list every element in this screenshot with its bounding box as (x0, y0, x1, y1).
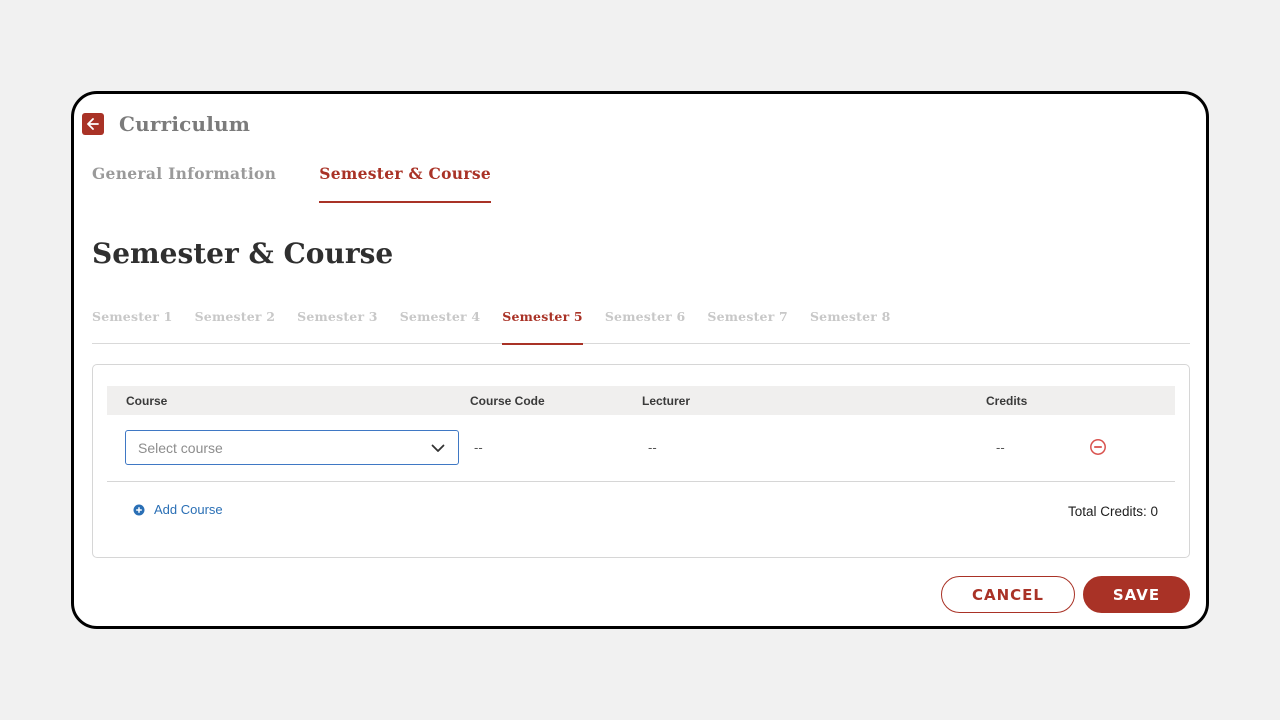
app-title: Curriculum (119, 112, 251, 136)
tab-general-information[interactable]: General Information (92, 164, 276, 203)
course-card: Course Course Code Lecturer Credits Sele… (92, 364, 1190, 558)
back-button[interactable] (82, 113, 104, 135)
chevron-down-icon (431, 444, 445, 452)
save-button[interactable]: SAVE (1083, 576, 1190, 613)
credits-value: -- (996, 440, 1005, 455)
course-select[interactable]: Select course (125, 430, 459, 465)
plus-circle-icon (133, 504, 145, 515)
column-header-course: Course (126, 394, 168, 408)
remove-circle-icon[interactable] (1089, 438, 1107, 456)
table-row: Select course -- -- -- (107, 415, 1175, 482)
tab-semester-7[interactable]: Semester 7 (707, 306, 788, 344)
course-select-placeholder: Select course (138, 440, 223, 456)
semester-tabs: Semester 1 Semester 2 Semester 3 Semeste… (92, 306, 1190, 345)
course-code-value: -- (474, 440, 483, 455)
arrow-left-icon (87, 118, 99, 130)
header: Curriculum (82, 112, 250, 136)
lecturer-value: -- (648, 440, 657, 455)
tab-semester-2[interactable]: Semester 2 (195, 306, 276, 344)
tab-semester-1[interactable]: Semester 1 (92, 306, 173, 344)
tab-semester-course[interactable]: Semester & Course (319, 164, 492, 203)
tab-semester-8[interactable]: Semester 8 (810, 306, 891, 344)
cancel-button[interactable]: CANCEL (941, 576, 1075, 613)
tab-semester-6[interactable]: Semester 6 (605, 306, 686, 344)
tab-semester-3[interactable]: Semester 3 (297, 306, 378, 344)
table-header: Course Course Code Lecturer Credits (107, 386, 1175, 415)
main-tabs: General Information Semester & Course (92, 164, 534, 203)
curriculum-window: Curriculum General Information Semester … (71, 91, 1209, 629)
column-header-course-code: Course Code (470, 394, 545, 408)
tab-semester-5[interactable]: Semester 5 (502, 306, 583, 345)
add-course-button[interactable]: Add Course (133, 502, 223, 517)
tab-semester-4[interactable]: Semester 4 (400, 306, 481, 344)
page-title: Semester & Course (92, 237, 394, 270)
column-header-lecturer: Lecturer (642, 394, 691, 408)
add-course-label: Add Course (154, 502, 223, 517)
column-header-credits: Credits (986, 394, 1028, 408)
total-credits: Total Credits: 0 (1067, 504, 1158, 519)
